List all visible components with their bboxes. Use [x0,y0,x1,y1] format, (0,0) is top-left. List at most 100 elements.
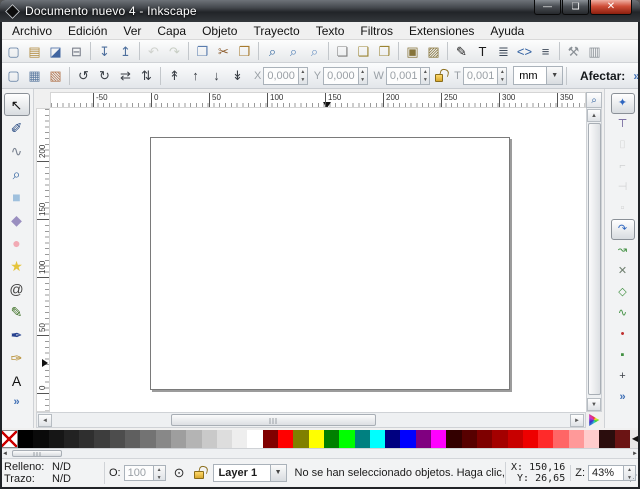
maximize-button[interactable]: ❑ [562,0,589,15]
palette-swatch[interactable] [171,430,186,448]
palette-swatch[interactable] [140,430,155,448]
layer-selector[interactable]: Layer 1 ▼ [213,464,287,482]
ungroup[interactable]: ▨ [423,41,444,61]
toolbar-overflow-chevron[interactable]: » [633,69,640,83]
edit-cut[interactable]: ✂ [213,41,234,61]
tool-text[interactable]: A [4,369,30,392]
palette-scroll-arrow-icon[interactable]: ◀ [630,430,640,448]
flip-vertical[interactable]: ⇅ [136,66,157,86]
palette-swatch[interactable] [293,430,308,448]
zoom-field[interactable]: 43% [588,465,624,481]
zoom-to-page[interactable]: ⌕ [304,41,325,61]
canvas[interactable] [50,108,586,412]
layers-dialog[interactable]: ≣ [493,41,514,61]
palette-swatch[interactable] [33,430,48,448]
palette-swatch[interactable] [217,430,232,448]
menu-edicion[interactable]: Edición [60,23,115,39]
menu-texto[interactable]: Texto [308,23,353,39]
menu-archivo[interactable]: Archivo [4,23,60,39]
tool-3dbox[interactable]: ◆ [4,208,30,231]
minimize-button[interactable]: — [534,0,561,15]
select-all-in-all-layers[interactable]: ▦ [24,66,45,86]
preferences[interactable]: ⚒ [563,41,584,61]
palette-swatch[interactable] [370,430,385,448]
scroll-up-arrow-icon[interactable]: ▲ [587,109,601,122]
deselect[interactable]: ▧ [45,66,66,86]
snap-path-intersections[interactable]: ✕ [611,261,635,282]
palette-swatch[interactable] [202,430,217,448]
palette-swatch[interactable] [569,430,584,448]
unlink-clone[interactable]: ❒ [374,41,395,61]
palette-swatch[interactable] [94,430,109,448]
palette-swatch[interactable] [232,430,247,448]
palette-swatch[interactable] [49,430,64,448]
document-print[interactable]: ⊟ [66,41,87,61]
palette-scroll-left-icon[interactable]: ◄ [2,450,8,458]
palette-swatch[interactable] [79,430,94,448]
scroll-left-arrow-icon[interactable]: ◄ [38,414,52,427]
tool-zoom[interactable]: ⌕ [4,162,30,185]
units-dropdown-arrow-icon[interactable]: ▼ [547,66,563,85]
palette-swatch[interactable] [263,430,278,448]
tool-pencil[interactable]: ✎ [4,300,30,323]
palette-swatch[interactable] [523,430,538,448]
snap-bounding-box[interactable]: ⊤ [611,114,635,135]
no-color-swatch[interactable] [0,430,18,448]
palette-swatch[interactable] [446,430,461,448]
vertical-scrollbar-thumb[interactable] [588,123,601,395]
palette-swatch[interactable] [492,430,507,448]
tool-node-editor[interactable]: ✐ [4,116,30,139]
snap-line-midpoints[interactable]: • [611,324,635,345]
palette-swatch[interactable] [584,430,599,448]
tool-star[interactable]: ★ [4,254,30,277]
align-distribute[interactable]: ≡ [535,41,556,61]
menu-trayecto[interactable]: Trayecto [245,23,307,39]
palette-swatch[interactable] [156,430,171,448]
palette-swatch[interactable] [553,430,568,448]
scroll-down-arrow-icon[interactable]: ▼ [587,398,601,411]
layer-visibility-eye-icon[interactable]: ⊙ [174,465,185,481]
select-all[interactable]: ▢ [3,66,24,86]
fill-stroke-indicator[interactable]: Relleno:N/D Trazo:N/D [0,461,100,485]
lock-ratio-icon[interactable] [435,74,443,82]
snap-nodes[interactable]: ↷ [611,219,635,240]
palette-swatch[interactable] [416,430,431,448]
close-button[interactable]: ✕ [590,0,632,15]
palette-swatch[interactable] [538,430,553,448]
xml-editor[interactable]: <> [514,41,535,61]
rotate-90-cw[interactable]: ↻ [94,66,115,86]
palette-swatch[interactable] [462,430,477,448]
document-save[interactable]: ◪ [45,41,66,61]
layer-lock-icon[interactable] [194,471,204,479]
menu-filtros[interactable]: Filtros [352,23,401,39]
rotate-90-ccw[interactable]: ↺ [73,66,94,86]
edit-undo[interactable]: ↶ [143,41,164,61]
palette-swatch[interactable] [508,430,523,448]
layer-dropdown-arrow-icon[interactable]: ▼ [271,464,287,482]
snap-cusp-nodes[interactable]: ◇ [611,282,635,303]
duplicate[interactable]: ❏ [332,41,353,61]
lower[interactable]: ↓ [206,66,227,86]
tool-selector[interactable]: ↖ [4,93,30,116]
palette-swatch[interactable] [385,430,400,448]
snap-enable[interactable]: ✦ [611,93,635,114]
raise-to-top[interactable]: ↟ [164,66,185,86]
tool-rectangle[interactable]: ■ [4,185,30,208]
resize-grip[interactable]: ⋰ [629,473,638,484]
horizontal-scrollbar-thumb[interactable] [171,414,376,426]
tool-bezier-pen[interactable]: ✒ [4,323,30,346]
palette-swatch[interactable] [186,430,201,448]
snap-bbox-edges[interactable]: ⌷ [611,135,635,156]
document-open[interactable]: ▤ [24,41,45,61]
menu-objeto[interactable]: Objeto [194,23,245,39]
palette-swatch[interactable] [110,430,125,448]
edit-copy[interactable]: ❐ [192,41,213,61]
palette-swatch[interactable] [355,430,370,448]
flip-horizontal[interactable]: ⇄ [115,66,136,86]
raise[interactable]: ↑ [185,66,206,86]
group[interactable]: ▣ [402,41,423,61]
snap-bbox-centers[interactable]: ▫ [611,198,635,219]
tool-calligraphy[interactable]: ✑ [4,346,30,369]
palette-swatch[interactable] [477,430,492,448]
palette-swatch[interactable] [599,430,614,448]
